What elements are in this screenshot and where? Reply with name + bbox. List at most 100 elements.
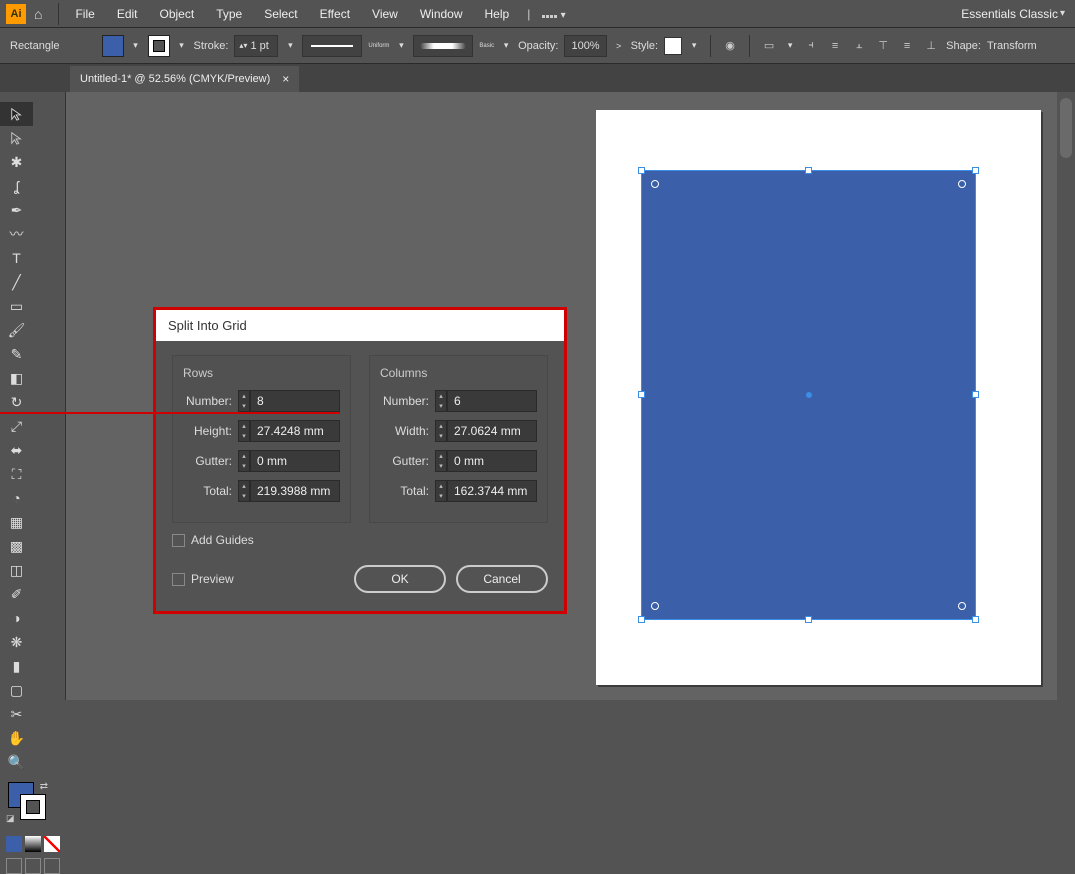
stroke-profile[interactable] [302,35,362,57]
perspective-tool[interactable]: ▦ [0,510,33,534]
stroke-swatch[interactable] [148,35,170,57]
gradient-tool[interactable]: ◫ [0,558,33,582]
close-icon[interactable]: × [282,72,289,86]
type-tool[interactable]: T [0,246,33,270]
align-dropdown-icon[interactable]: ▾ [784,35,796,57]
scale-tool[interactable]: ⤢ [0,414,33,438]
column-graph-tool[interactable]: ▮ [0,654,33,678]
opacity-field[interactable]: 100% [564,35,606,57]
slice-tool[interactable]: ✂ [0,702,33,726]
resize-handle[interactable] [805,167,812,174]
menu-view[interactable]: View [362,3,408,25]
rows-number-input[interactable] [250,390,340,412]
resize-handle[interactable] [638,391,645,398]
lasso-tool[interactable]: ʆ [0,174,33,198]
document-tab[interactable]: Untitled-1* @ 52.56% (CMYK/Preview) × [70,66,299,92]
align-left-icon[interactable]: ⫞ [802,37,820,55]
align-hcenter-icon[interactable]: ≡ [826,37,844,55]
selection-tool[interactable] [0,102,33,126]
cancel-button[interactable]: Cancel [456,565,548,593]
ok-button[interactable]: OK [354,565,446,593]
line-tool[interactable]: ╱ [0,270,33,294]
menu-effect[interactable]: Effect [310,3,360,25]
style-dropdown-icon[interactable]: ▾ [688,35,700,57]
zoom-tool[interactable]: 🔍 [0,750,33,774]
draw-behind[interactable] [25,858,41,874]
brush-dropdown-icon[interactable]: ▾ [500,35,512,57]
rotate-tool[interactable]: ↻ [0,390,33,414]
menu-window[interactable]: Window [410,3,473,25]
transform-label[interactable]: Transform [987,40,1037,52]
menu-edit[interactable]: Edit [107,3,148,25]
rows-height-stepper[interactable]: ▴▾ [238,420,250,442]
recolor-icon[interactable]: ◉ [721,37,739,55]
stroke-weight-field[interactable]: ▴▾1 pt [234,35,278,57]
columns-number-input[interactable] [447,390,537,412]
workspace-switcher[interactable]: Essentials Classic ▾ [961,7,1069,21]
default-fill-stroke-icon[interactable]: ◪ [6,813,15,824]
resize-handle[interactable] [972,616,979,623]
columns-gutter-stepper[interactable]: ▴▾ [435,450,447,472]
rows-number-stepper[interactable]: ▴▾ [238,390,250,412]
hand-tool[interactable]: ✋ [0,726,33,750]
draw-normal[interactable] [6,858,22,874]
menu-file[interactable]: File [65,3,104,25]
brush-definition[interactable] [413,35,473,57]
draw-inside[interactable] [44,858,60,874]
curvature-tool[interactable]: 〰 [0,222,33,246]
rows-height-input[interactable] [250,420,340,442]
eraser-tool[interactable]: ◧ [0,366,33,390]
columns-total-input[interactable] [447,480,537,502]
symbol-sprayer-tool[interactable]: ❋ [0,630,33,654]
free-transform-tool[interactable]: ⛶ [0,462,33,486]
paintbrush-tool[interactable]: 🖌 [0,318,33,342]
rows-gutter-input[interactable] [250,450,340,472]
opacity-dropdown-icon[interactable]: > [613,35,625,57]
vertical-scrollbar[interactable] [1057,92,1075,700]
align-top-icon[interactable]: ⊤ [874,37,892,55]
columns-number-stepper[interactable]: ▴▾ [435,390,447,412]
columns-width-stepper[interactable]: ▴▾ [435,420,447,442]
columns-gutter-input[interactable] [447,450,537,472]
graphic-style-swatch[interactable] [664,37,682,55]
rows-total-stepper[interactable]: ▴▾ [238,480,250,502]
resize-handle[interactable] [638,167,645,174]
align-bottom-icon[interactable]: ⊥ [922,37,940,55]
magic-wand-tool[interactable]: ✱ [0,150,33,174]
home-icon[interactable]: ⌂ [34,6,42,22]
align-to-icon[interactable]: ▭ [760,37,778,55]
layout-switcher-icon[interactable]: ▾ [532,3,575,25]
menu-object[interactable]: Object [150,3,205,25]
stroke-color[interactable] [20,794,46,820]
resize-handle[interactable] [805,616,812,623]
menu-type[interactable]: Type [206,3,252,25]
shape-builder-tool[interactable]: ◔ [0,486,33,510]
columns-width-input[interactable] [447,420,537,442]
columns-total-stepper[interactable]: ▴▾ [435,480,447,502]
menu-help[interactable]: Help [475,3,520,25]
shaper-tool[interactable]: ✎ [0,342,33,366]
width-tool[interactable]: ⬌ [0,438,33,462]
rows-total-input[interactable] [250,480,340,502]
resize-handle[interactable] [972,167,979,174]
gradient-mode[interactable] [25,836,41,852]
preview-checkbox[interactable] [172,573,185,586]
pen-tool[interactable]: ✒ [0,198,33,222]
rectangle-tool[interactable]: ▭ [0,294,33,318]
fill-dropdown-icon[interactable]: ▾ [130,35,142,57]
direct-selection-tool[interactable] [0,126,33,150]
artboard-tool[interactable]: ▢ [0,678,33,702]
swap-fill-stroke-icon[interactable]: ⇄ [40,781,48,792]
fill-stroke-control[interactable]: ⇄ ◪ [8,782,48,822]
blend-tool[interactable]: ◑ [0,606,33,630]
rows-gutter-stepper[interactable]: ▴▾ [238,450,250,472]
stroke-dropdown-icon[interactable]: ▾ [176,35,188,57]
mesh-tool[interactable]: ▩ [0,534,33,558]
menu-select[interactable]: Select [254,3,307,25]
resize-handle[interactable] [638,616,645,623]
add-guides-checkbox[interactable] [172,534,185,547]
stroke-weight-dropdown-icon[interactable]: ▾ [284,35,296,57]
eyedropper-tool[interactable]: ✐ [0,582,33,606]
none-mode[interactable] [44,836,60,852]
fill-swatch[interactable] [102,35,124,57]
